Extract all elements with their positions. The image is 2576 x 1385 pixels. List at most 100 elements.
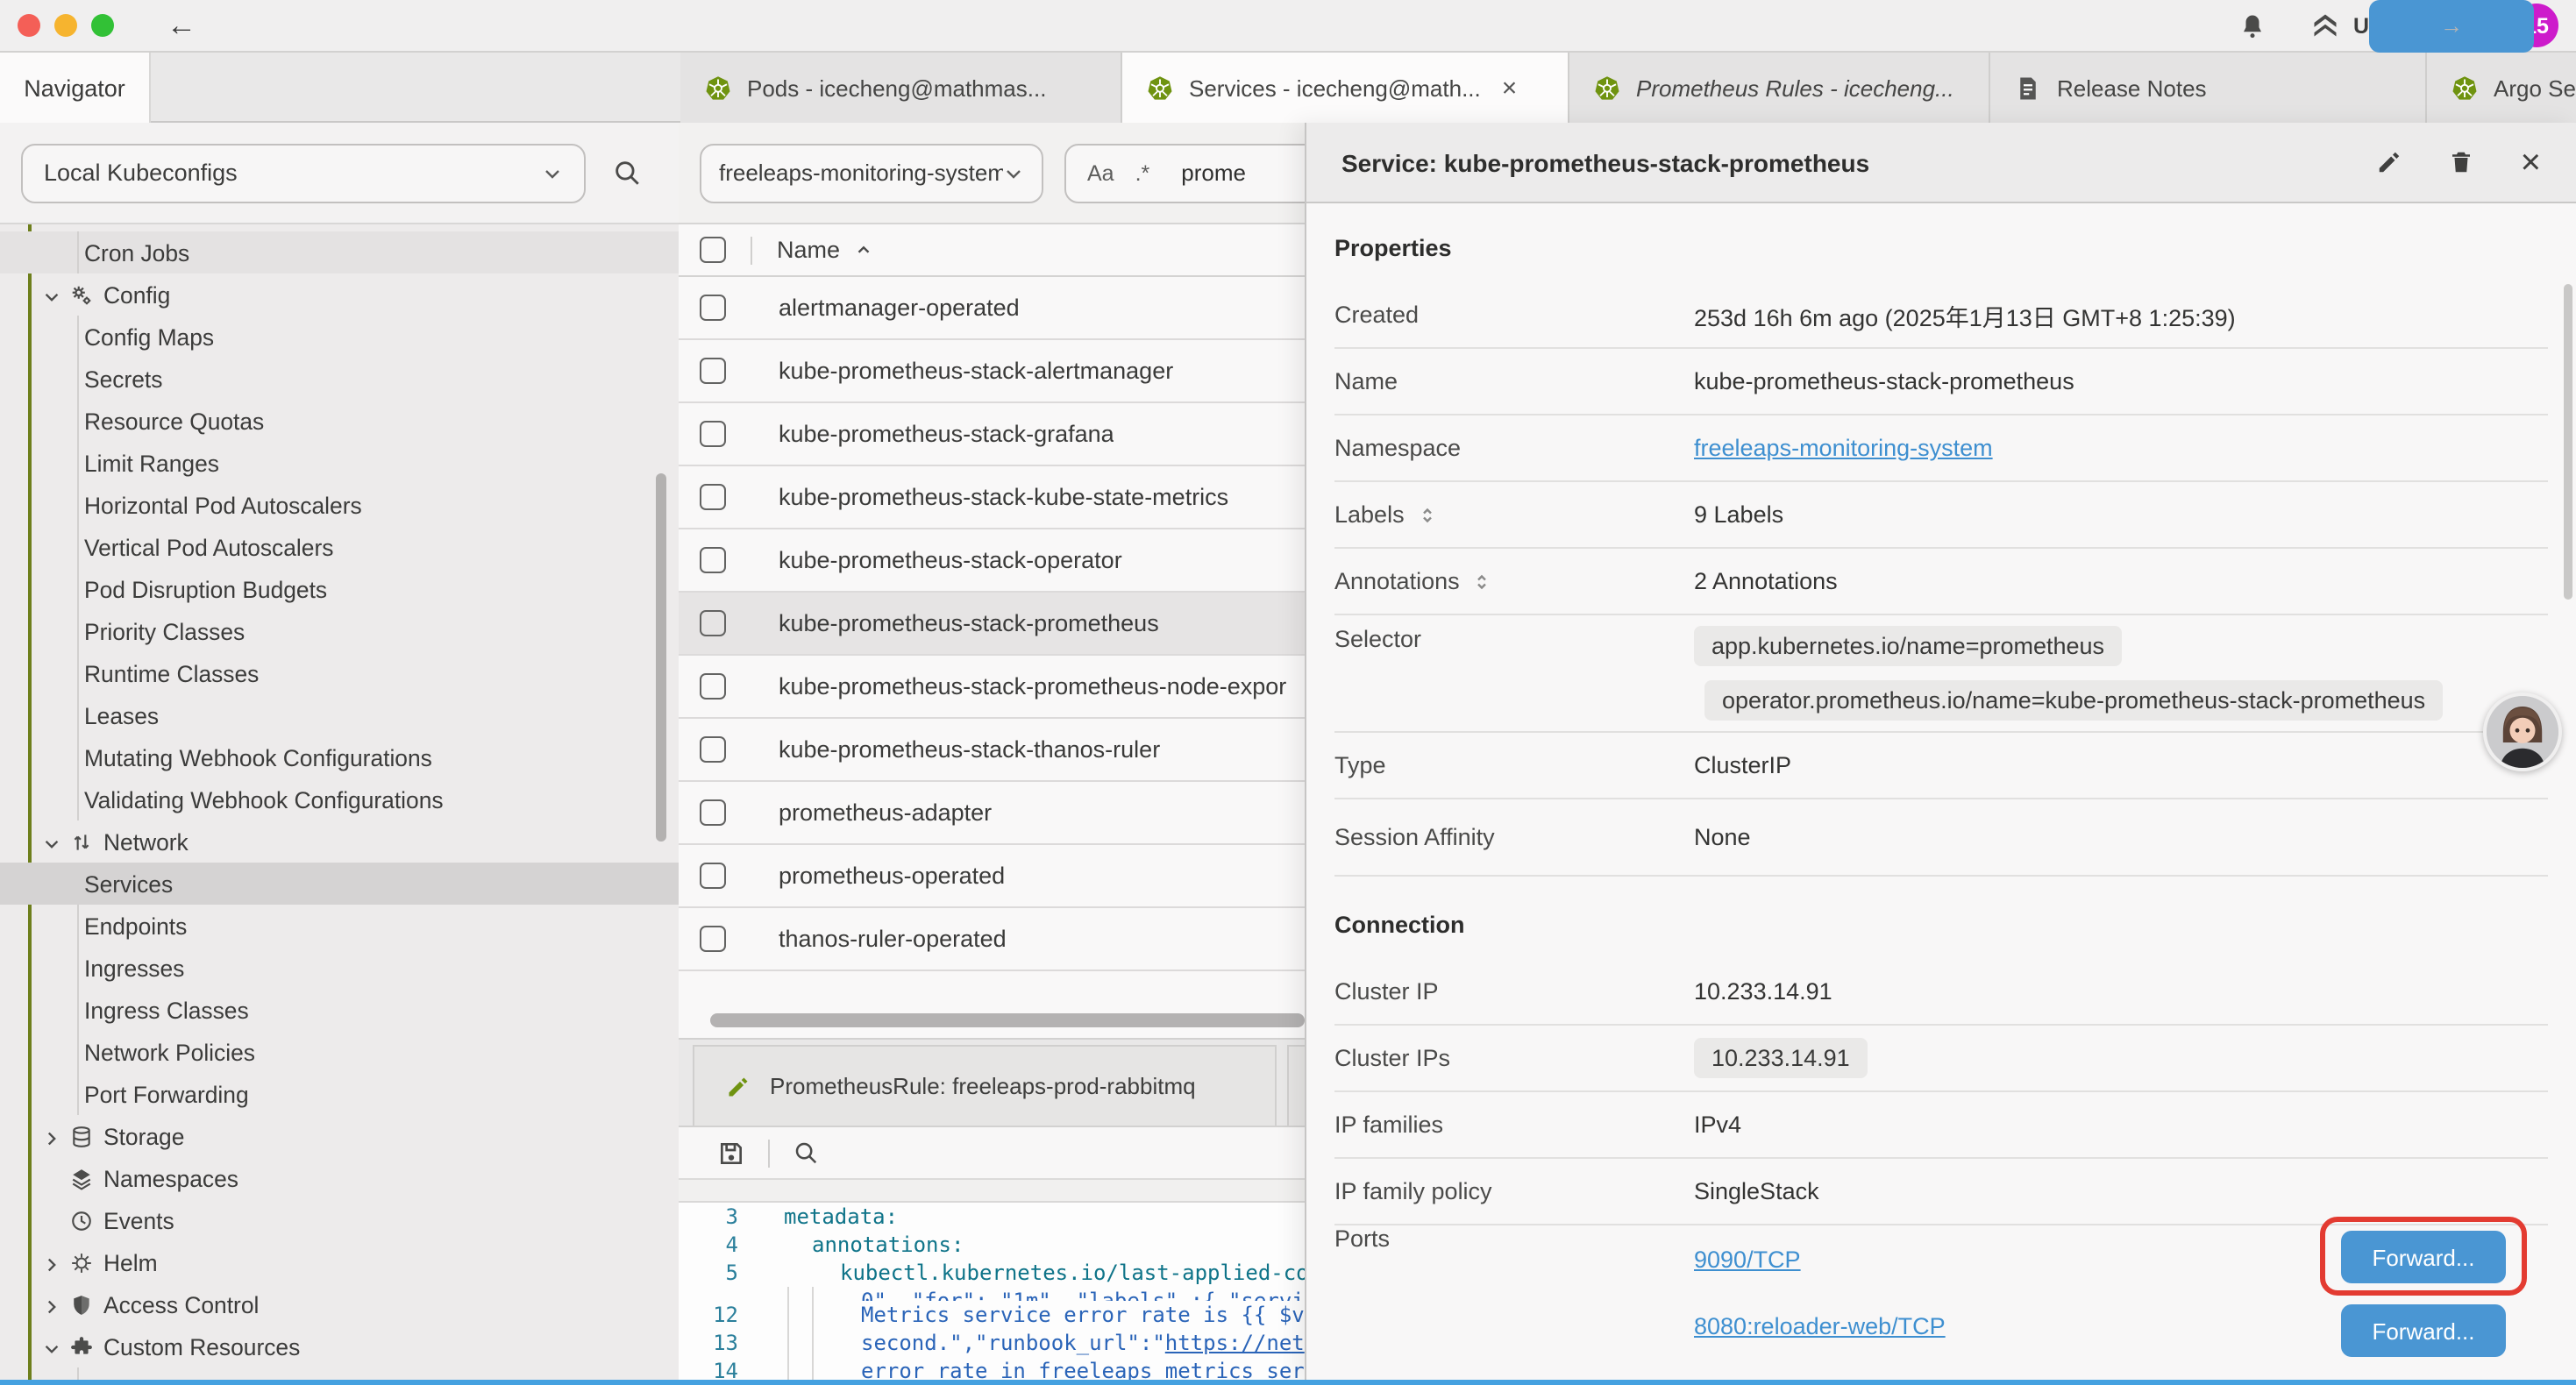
sidebar-item-config-maps[interactable]: Config Maps [0, 316, 679, 358]
sidebar-item-limit-ranges[interactable]: Limit Ranges [0, 442, 679, 484]
close-panel-icon[interactable]: × [2521, 145, 2541, 180]
sidebar-item-storage[interactable]: Storage [0, 1115, 679, 1157]
sidebar-item-helm[interactable]: Helm [0, 1241, 679, 1283]
port-link[interactable]: 9090/TCP [1694, 1246, 1801, 1272]
sidebar-item-namespaces[interactable]: Namespaces [0, 1157, 679, 1199]
forward-arrow-icon[interactable]: → [2369, 0, 2534, 52]
sidebar-item-priority-classes[interactable]: Priority Classes [0, 610, 679, 652]
tab-prometheus-rules-icecheng[interactable]: Prometheus Rules - icecheng... [1569, 53, 1990, 123]
sidebar-item-ingress-classes[interactable]: Ingress Classes [0, 989, 679, 1031]
horizontal-scrollbar[interactable] [710, 1013, 1305, 1027]
tab-navigator[interactable]: Navigator [0, 53, 151, 123]
row-checkbox[interactable] [700, 673, 726, 700]
back-arrow-icon[interactable]: ← [167, 11, 196, 40]
tab-pods-icecheng-mathmas[interactable]: Pods - icecheng@mathmas... [680, 53, 1122, 123]
row-checkbox[interactable] [700, 547, 726, 573]
value-chip: app.kubernetes.io/name=prometheus [1694, 626, 2122, 666]
row-checkbox[interactable] [700, 295, 726, 321]
forward-button[interactable]: Forward... [2341, 1304, 2506, 1357]
table-row-prometheus-operated[interactable]: prometheus-operated [679, 845, 1345, 908]
close-window-button[interactable] [18, 14, 40, 37]
detail-label: Name [1334, 368, 1694, 394]
chevron-right-icon[interactable] [42, 1126, 70, 1146]
row-checkbox[interactable] [700, 421, 726, 447]
chevron-down-icon[interactable] [42, 1337, 70, 1356]
sidebar-item-vertical-pod-autoscalers[interactable]: Vertical Pod Autoscalers [0, 526, 679, 568]
editor-tab-prometheusrule-freeleaps-prod-rabbitmq[interactable]: PrometheusRule: freeleaps-prod-rabbitmq [693, 1045, 1277, 1126]
forward-button[interactable]: Forward... [2341, 1231, 2506, 1283]
chevron-right-icon[interactable] [42, 1253, 70, 1272]
select-all-checkbox[interactable] [700, 237, 726, 263]
match-case-toggle[interactable]: Aa [1087, 160, 1114, 185]
sidebar-item-services[interactable]: Services [0, 863, 679, 905]
namespace-select[interactable]: freeleaps-monitoring-system [700, 143, 1043, 202]
chevron-down-icon[interactable] [42, 832, 70, 851]
namespace-link[interactable]: freeleaps-monitoring-system [1694, 435, 1993, 461]
sidebar-item-resource-quotas[interactable]: Resource Quotas [0, 400, 679, 442]
sidebar-item-horizontal-pod-autoscalers[interactable]: Horizontal Pod Autoscalers [0, 484, 679, 526]
yaml-editor[interactable]: 3metadata:4annotations:5kubectl.kubernet… [679, 1203, 1345, 1385]
sidebar-item-cron-jobs[interactable]: Cron Jobs [0, 231, 679, 273]
maximize-window-button[interactable] [91, 14, 114, 37]
sidebar-item-access-control[interactable]: Access Control [0, 1283, 679, 1325]
code-link[interactable]: https://net [1165, 1331, 1305, 1355]
table-row-kube-prometheus-stack-prometheus[interactable]: kube-prometheus-stack-prometheus [679, 593, 1345, 656]
chevron-down-icon[interactable] [42, 285, 70, 304]
delete-trash-icon[interactable] [2449, 149, 2475, 175]
table-row-thanos-ruler-operated[interactable]: thanos-ruler-operated [679, 908, 1345, 971]
detail-label-text: Session Affinity [1334, 824, 1495, 850]
row-checkbox[interactable] [700, 926, 726, 952]
close-tab-icon[interactable]: × [1502, 75, 1518, 101]
sidebar-item-pod-disruption-budgets[interactable]: Pod Disruption Budgets [0, 568, 679, 610]
sidebar-item-runtime-classes[interactable]: Runtime Classes [0, 652, 679, 694]
regex-toggle[interactable]: .* [1135, 160, 1150, 185]
sidebar-item-leases[interactable]: Leases [0, 694, 679, 736]
notifications-bell-icon[interactable] [2239, 11, 2266, 39]
row-checkbox[interactable] [700, 863, 726, 889]
panel-scrollbar[interactable] [2564, 284, 2572, 600]
table-row-kube-prometheus-stack-grafana[interactable]: kube-prometheus-stack-grafana [679, 403, 1345, 466]
row-checkbox[interactable] [700, 610, 726, 636]
sidebar-item-label: Endpoints [84, 913, 187, 939]
sidebar-item-config[interactable]: Config [0, 273, 679, 316]
table-row-kube-prometheus-stack-thanos-ruler[interactable]: kube-prometheus-stack-thanos-ruler [679, 719, 1345, 782]
filter-input[interactable]: Aa .* prome [1064, 143, 1324, 202]
kubeconfig-select[interactable]: Local Kubeconfigs [21, 143, 586, 202]
sidebar-item-network-policies[interactable]: Network Policies [0, 1031, 679, 1073]
save-icon[interactable] [717, 1139, 745, 1167]
user-avatar[interactable] [2483, 692, 2562, 771]
editor-search-icon[interactable] [793, 1140, 819, 1166]
row-checkbox[interactable] [700, 484, 726, 510]
table-row-alertmanager-operated[interactable]: alertmanager-operated [679, 277, 1345, 340]
table-row-prometheus-adapter[interactable]: prometheus-adapter [679, 782, 1345, 845]
table-row-kube-prometheus-stack-prometheus-node-expor[interactable]: kube-prometheus-stack-prometheus-node-ex… [679, 656, 1345, 719]
sidebar-item-ingresses[interactable]: Ingresses [0, 947, 679, 989]
sidebar-search-icon[interactable] [612, 158, 642, 188]
chevron-right-icon[interactable] [42, 1295, 70, 1314]
tab-argo-se[interactable]: Argo Se [2427, 53, 2576, 123]
sidebar-scrollbar[interactable] [656, 473, 666, 842]
puzzle-icon [70, 1335, 103, 1358]
sidebar-item-events[interactable]: Events [0, 1199, 679, 1241]
table-row-kube-prometheus-stack-kube-state-metrics[interactable]: kube-prometheus-stack-kube-state-metrics [679, 466, 1345, 529]
sort-ascending-icon[interactable] [854, 240, 873, 259]
tab-services-icecheng-math[interactable]: Services - icecheng@math...× [1122, 53, 1569, 123]
table-row-kube-prometheus-stack-alertmanager[interactable]: kube-prometheus-stack-alertmanager [679, 340, 1345, 403]
name-column-header[interactable]: Name [777, 237, 840, 263]
detail-label: IP family policy [1334, 1178, 1694, 1204]
edit-pencil-icon[interactable] [2377, 149, 2403, 175]
port-link[interactable]: 8080:reloader-web/TCP [1694, 1312, 1946, 1339]
sidebar-item-validating-webhook-configurations[interactable]: Validating Webhook Configurations [0, 778, 679, 820]
minimize-window-button[interactable] [54, 14, 77, 37]
sidebar-item-mutating-webhook-configurations[interactable]: Mutating Webhook Configurations [0, 736, 679, 778]
sidebar-item-custom-resources[interactable]: Custom Resources [0, 1325, 679, 1367]
sidebar-item-endpoints[interactable]: Endpoints [0, 905, 679, 947]
table-row-kube-prometheus-stack-operator[interactable]: kube-prometheus-stack-operator [679, 529, 1345, 593]
sidebar-item-secrets[interactable]: Secrets [0, 358, 679, 400]
row-checkbox[interactable] [700, 799, 726, 826]
tab-release-notes[interactable]: Release Notes [1990, 53, 2427, 123]
row-checkbox[interactable] [700, 736, 726, 763]
sidebar-item-network[interactable]: Network [0, 820, 679, 863]
row-checkbox[interactable] [700, 358, 726, 384]
sidebar-item-port-forwarding[interactable]: Port Forwarding [0, 1073, 679, 1115]
